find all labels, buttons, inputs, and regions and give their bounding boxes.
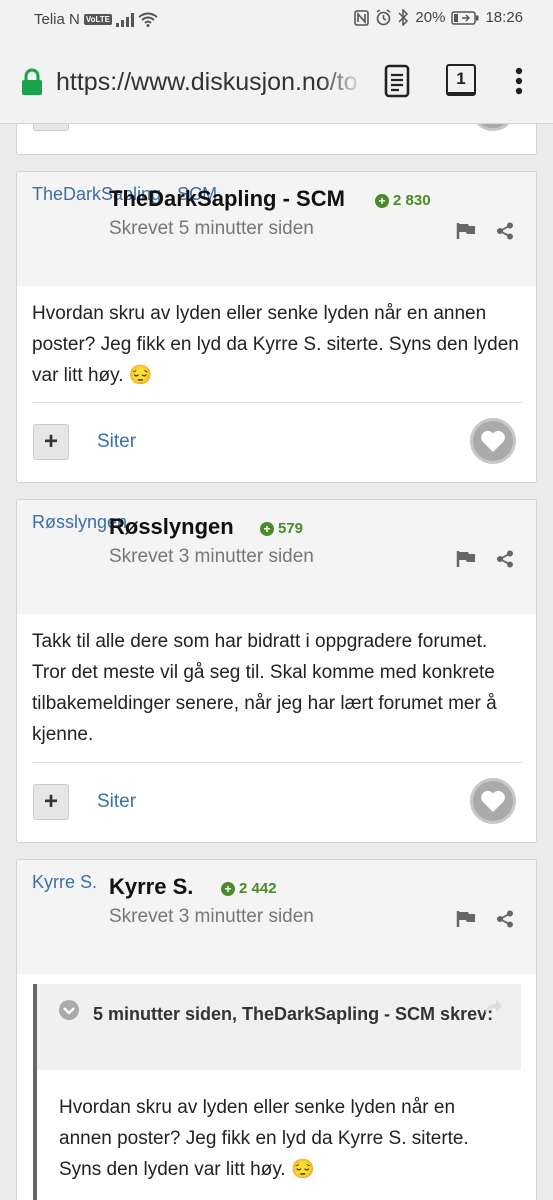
reader-mode-icon[interactable] <box>384 64 410 98</box>
post-header: TheDarkSapling - SCM TheDarkSapling - SC… <box>17 172 536 286</box>
battery-percent: 20% <box>415 9 446 26</box>
reputation-count: 579 <box>278 520 304 537</box>
post-body: Hvordan skru av lyden eller senke lyden … <box>32 303 519 386</box>
author-name[interactable]: TheDarkSapling - SCM <box>109 186 345 212</box>
plus-circle-icon: + <box>375 193 389 208</box>
reputation-badge: +579 <box>260 520 303 537</box>
tab-switcher-button[interactable]: 1 <box>446 64 476 96</box>
post-divider <box>32 402 522 403</box>
more-menu-icon[interactable] <box>514 67 524 97</box>
reputation-badge: +2 830 <box>375 192 431 209</box>
post-card: Kyrre S. Kyrre S. +2 442 Skrevet 3 minut… <box>16 859 537 1200</box>
bluetooth-icon <box>398 9 409 26</box>
status-bar: Telia N VoLTE 20% 18:26 <box>0 0 553 40</box>
quote-link[interactable]: Siter <box>97 431 136 453</box>
plus-circle-icon: + <box>221 881 235 896</box>
post-time[interactable]: Skrevet 3 minutter siden <box>109 906 314 928</box>
carrier-label: Telia N <box>34 11 80 28</box>
nfc-icon <box>354 9 370 26</box>
battery-icon <box>451 10 479 25</box>
browser-toolbar: https://www.diskusjon.no/to 1 <box>0 40 553 124</box>
post-divider <box>32 762 522 763</box>
flag-icon[interactable] <box>456 550 476 568</box>
heart-icon <box>481 790 505 812</box>
clock-time: 18:26 <box>485 9 523 26</box>
post-time[interactable]: Skrevet 5 minutter siden <box>109 218 314 240</box>
share-icon[interactable] <box>496 550 514 568</box>
quote-header: 5 minutter siden, TheDarkSapling - SCM s… <box>37 984 521 1070</box>
multiquote-button[interactable]: + <box>33 784 69 820</box>
like-button[interactable] <box>470 418 516 464</box>
url-field[interactable]: https://www.diskusjon.no/to <box>56 68 362 97</box>
reputation-count: 2 830 <box>393 192 431 209</box>
share-icon[interactable] <box>496 222 514 240</box>
author-name[interactable]: Røsslyngen <box>109 514 234 540</box>
plus-circle-icon: + <box>260 521 274 536</box>
alarm-icon <box>377 9 391 26</box>
post-card: Røsslyngen Røsslyngen +579 Skrevet 3 min… <box>16 499 537 843</box>
heart-icon <box>481 430 505 452</box>
multiquote-button[interactable]: + <box>33 424 69 460</box>
like-button[interactable] <box>470 778 516 824</box>
reputation-badge: +2 442 <box>221 880 277 897</box>
quote-text: Hvordan skru av lyden eller senke lyden … <box>59 1097 469 1180</box>
lock-icon[interactable] <box>20 68 44 96</box>
avatar[interactable]: Kyrre S. <box>32 872 97 893</box>
previous-post-card: + <box>16 124 537 155</box>
reputation-count: 2 442 <box>239 880 277 897</box>
flag-icon[interactable] <box>456 222 476 240</box>
quote-link[interactable]: Siter <box>97 791 136 813</box>
quote-block: 5 minutter siden, TheDarkSapling - SCM s… <box>33 984 521 1200</box>
flag-icon[interactable] <box>456 910 476 928</box>
post-time[interactable]: Skrevet 3 minutter siden <box>109 546 314 568</box>
post-body: Takk til alle dere som har bidratt i opp… <box>32 631 497 745</box>
like-button[interactable] <box>470 124 516 131</box>
quote-attribution[interactable]: 5 minutter siden, TheDarkSapling - SCM s… <box>59 998 499 1030</box>
url-fade <box>320 62 364 102</box>
multiquote-button[interactable]: + <box>33 124 69 131</box>
share-icon[interactable] <box>496 910 514 928</box>
go-to-quoted-post-icon[interactable] <box>483 998 503 1014</box>
post-card: TheDarkSapling - SCM TheDarkSapling - SC… <box>16 171 537 483</box>
volte-badge: VoLTE <box>83 14 113 25</box>
post-header: Røsslyngen Røsslyngen +579 Skrevet 3 min… <box>17 500 536 614</box>
signal-icon <box>116 12 135 27</box>
wifi-icon <box>138 12 158 27</box>
post-header: Kyrre S. Kyrre S. +2 442 Skrevet 3 minut… <box>17 860 536 974</box>
forum-page: + TheDarkSapling - SCM TheDarkSapling - … <box>0 124 553 1200</box>
author-name[interactable]: Kyrre S. <box>109 874 193 900</box>
